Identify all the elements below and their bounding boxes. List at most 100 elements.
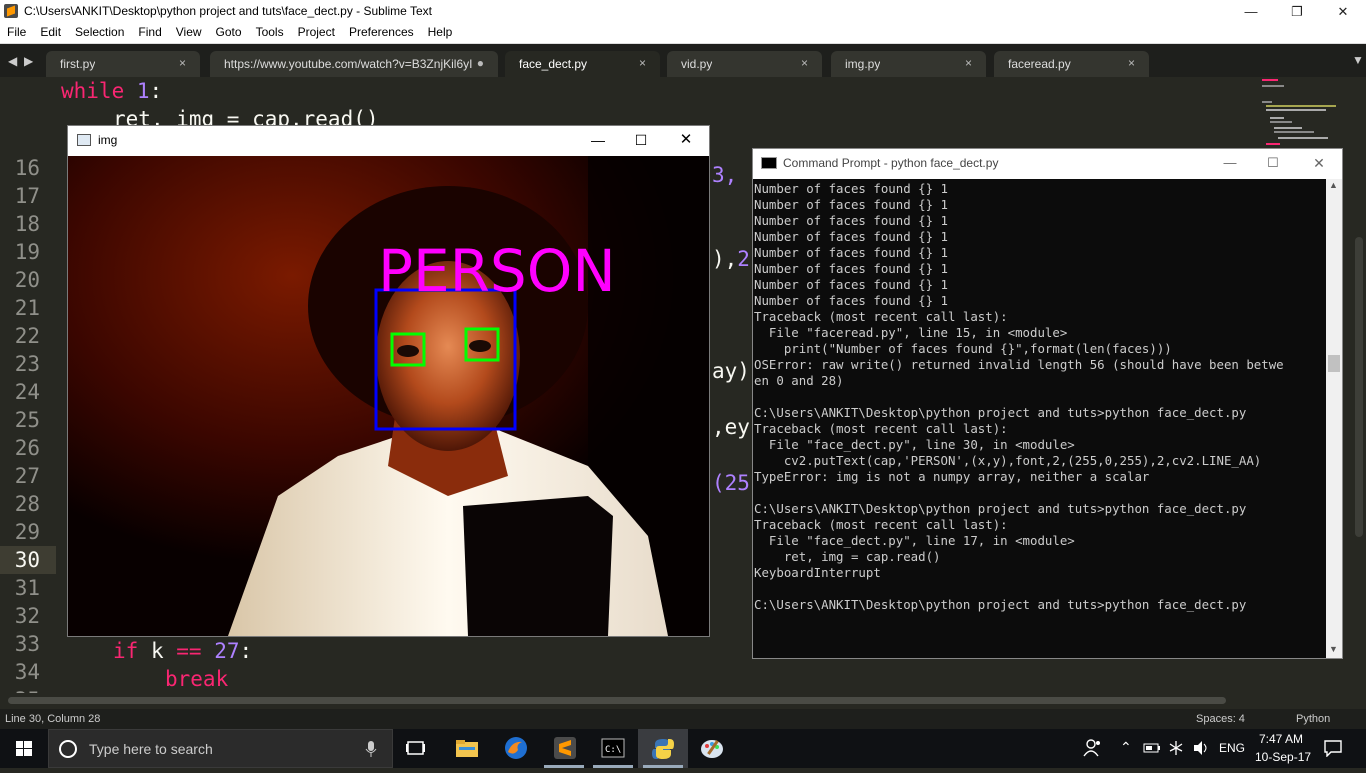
- microphone-icon[interactable]: [365, 740, 377, 758]
- editor-horizontal-scrollbar[interactable]: [0, 693, 1366, 709]
- maximize-button[interactable]: ☐: [621, 128, 661, 152]
- line-number: 17: [14, 184, 40, 208]
- input-language[interactable]: ENG: [1219, 741, 1245, 755]
- tab-close-icon[interactable]: ×: [965, 56, 972, 70]
- tab-label: https://www.youtube.com/watch?v=B3ZnjKil…: [224, 57, 473, 71]
- start-button[interactable]: [0, 729, 48, 768]
- menu-find[interactable]: Find: [131, 23, 168, 43]
- command-prompt-window[interactable]: Command Prompt - python face_dect.py — ☐…: [752, 148, 1343, 659]
- syntax-setting[interactable]: Python: [1296, 713, 1330, 725]
- line-number: 32: [14, 604, 40, 628]
- window-app-icon: [77, 134, 91, 146]
- console-text: Number of faces found {} 1 Number of fac…: [754, 181, 1284, 612]
- network-icon[interactable]: [1167, 739, 1185, 757]
- close-button[interactable]: ✕: [666, 128, 706, 152]
- tab-faceread-py[interactable]: faceread.py ×: [994, 51, 1149, 77]
- menu-file[interactable]: File: [0, 23, 33, 43]
- restore-button[interactable]: ❐: [1274, 0, 1320, 23]
- line-number: 22: [14, 324, 40, 348]
- tab-close-icon[interactable]: ×: [179, 56, 186, 70]
- image-window-title: img: [98, 133, 118, 147]
- taskbar-search-box[interactable]: Type here to search: [48, 729, 393, 768]
- tab-img-py[interactable]: img.py ×: [831, 51, 986, 77]
- opencv-image-window[interactable]: img — ☐ ✕ PERSON: [67, 125, 710, 637]
- menu-project[interactable]: Project: [291, 23, 342, 43]
- show-hidden-icons-chevron-icon[interactable]: ⌃: [1120, 739, 1132, 756]
- maximize-button[interactable]: ☐: [1253, 152, 1293, 174]
- code-keyword: if: [113, 639, 139, 663]
- tab-youtube-url[interactable]: https://www.youtube.com/watch?v=B3ZnjKil…: [210, 51, 498, 77]
- line-number: 18: [14, 212, 40, 236]
- window-title: C:\Users\ANKIT\Desktop\python project an…: [24, 4, 432, 18]
- editor-vertical-scrollbar[interactable]: [1352, 77, 1366, 693]
- scroll-up-icon[interactable]: ▲: [1329, 180, 1338, 190]
- tab-left-arrow-icon[interactable]: ◀: [8, 54, 17, 68]
- minimize-button[interactable]: —: [1228, 0, 1274, 23]
- action-center-icon[interactable]: [1323, 739, 1343, 757]
- command-prompt-icon[interactable]: C:\: [601, 737, 625, 759]
- minimize-button[interactable]: —: [578, 128, 618, 152]
- tab-close-icon[interactable]: ×: [801, 56, 808, 70]
- tab-close-icon[interactable]: ×: [639, 56, 646, 70]
- close-button[interactable]: ✕: [1320, 0, 1366, 23]
- menu-tools[interactable]: Tools: [249, 23, 291, 43]
- menu-help[interactable]: Help: [421, 23, 460, 43]
- code-number: 2: [737, 247, 750, 271]
- minimize-button[interactable]: —: [1210, 152, 1250, 174]
- clock-date[interactable]: 10-Sep-17: [1255, 750, 1311, 764]
- line-number: 33: [14, 632, 40, 656]
- cmd-icon: [761, 157, 777, 169]
- windows-logo-icon: [16, 741, 32, 756]
- line-number: 27: [14, 464, 40, 488]
- volume-icon[interactable]: [1192, 740, 1210, 756]
- code-text: ),: [712, 247, 738, 271]
- scrollbar-thumb[interactable]: [1328, 355, 1340, 372]
- tab-overflow-icon[interactable]: ▼: [1352, 53, 1364, 67]
- line-number: 20: [14, 268, 40, 292]
- line-number: 16: [14, 156, 40, 180]
- line-number: 23: [14, 352, 40, 376]
- paint-icon[interactable]: [699, 736, 725, 760]
- search-icon: [59, 740, 77, 758]
- tab-face-dect-py[interactable]: face_dect.py ×: [505, 51, 660, 77]
- sublime-text-icon[interactable]: [553, 736, 577, 760]
- firefox-icon[interactable]: [504, 736, 528, 760]
- indentation-setting[interactable]: Spaces: 4: [1196, 713, 1245, 725]
- tab-modified-dot-icon[interactable]: ●: [477, 56, 484, 70]
- code-keyword: while: [61, 79, 125, 103]
- webcam-frame: PERSON: [68, 156, 709, 636]
- minimap[interactable]: [1258, 77, 1352, 157]
- scroll-down-icon[interactable]: ▼: [1329, 644, 1338, 654]
- tab-label: img.py: [845, 57, 881, 71]
- battery-icon[interactable]: [1143, 741, 1161, 755]
- console-scrollbar[interactable]: ▲ ▼: [1326, 179, 1342, 658]
- close-button[interactable]: ✕: [1299, 152, 1339, 174]
- code-number: 27: [214, 639, 240, 663]
- menu-edit[interactable]: Edit: [33, 23, 68, 43]
- task-view-icon[interactable]: [405, 738, 427, 758]
- menu-selection[interactable]: Selection: [68, 23, 131, 43]
- cursor-position: Line 30, Column 28: [5, 713, 101, 725]
- tab-vid-py[interactable]: vid.py ×: [667, 51, 822, 77]
- taskbar-active-app[interactable]: [638, 729, 688, 768]
- menu-goto[interactable]: Goto: [209, 23, 249, 43]
- people-icon[interactable]: [1083, 738, 1103, 758]
- sublime-app-icon: [4, 4, 18, 18]
- tab-right-arrow-icon[interactable]: ▶: [24, 54, 33, 68]
- scrollbar-thumb[interactable]: [8, 697, 1226, 704]
- tab-first-py[interactable]: first.py ×: [46, 51, 200, 77]
- line-number: 26: [14, 436, 40, 460]
- menu-preferences[interactable]: Preferences: [342, 23, 421, 43]
- clock-time[interactable]: 7:47 AM: [1259, 732, 1303, 746]
- person-label: PERSON: [378, 237, 616, 305]
- line-number: 34: [14, 660, 40, 684]
- menu-view[interactable]: View: [169, 23, 209, 43]
- tab-label: first.py: [60, 57, 96, 71]
- minimap-preview: [1262, 79, 1336, 145]
- scrollbar-thumb[interactable]: [1355, 237, 1363, 537]
- file-explorer-icon[interactable]: [455, 737, 479, 759]
- code-line-28-fragment: ,ey: [712, 415, 750, 439]
- window-titlebar: C:\Users\ANKIT\Desktop\python project an…: [0, 0, 1366, 23]
- console-output[interactable]: Number of faces found {} 1 Number of fac…: [753, 179, 1326, 658]
- tab-close-icon[interactable]: ×: [1128, 56, 1135, 70]
